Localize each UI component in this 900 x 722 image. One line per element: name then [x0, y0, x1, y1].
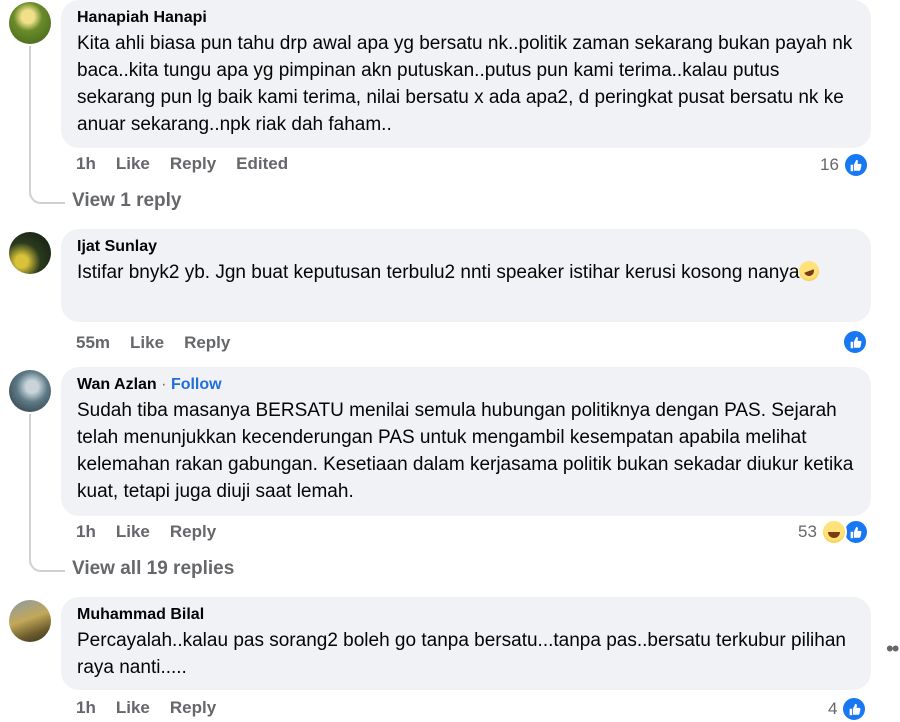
view-replies-link[interactable]: View all 19 replies	[72, 558, 234, 580]
reaction-summary[interactable]: 4	[828, 696, 868, 722]
comment-author[interactable]: Ijat Sunlay	[77, 237, 855, 257]
avatar[interactable]	[9, 370, 51, 412]
comment-actions: 55m Like Reply	[76, 333, 250, 353]
like-button[interactable]: Like	[116, 154, 150, 174]
edited-label[interactable]: Edited	[236, 154, 288, 174]
like-icon	[841, 696, 868, 722]
like-button[interactable]: Like	[116, 698, 150, 718]
comment-bubble: Wan Azlan · Follow Sudah tiba masanya BE…	[61, 367, 871, 516]
like-button[interactable]: Like	[116, 522, 150, 542]
haha-icon	[820, 519, 847, 545]
comment-author[interactable]: Wan Azlan	[77, 376, 157, 393]
thread-connector-curve	[29, 556, 65, 572]
reaction-summary[interactable]: 53	[798, 519, 869, 545]
comment-time[interactable]: 1h	[76, 522, 96, 542]
reaction-count: 53	[798, 522, 817, 541]
thread-connector-curve	[29, 188, 65, 204]
comment-text: Sudah tiba masanya BERSATU menilai semul…	[77, 400, 859, 502]
comment-bubble: Muhammad Bilal Percayalah..kalau pas sor…	[61, 597, 871, 690]
reply-button[interactable]: Reply	[184, 333, 230, 353]
avatar[interactable]	[9, 2, 51, 44]
thread-connector	[29, 414, 31, 558]
reaction-summary[interactable]	[842, 329, 868, 355]
follow-button[interactable]: Follow	[171, 376, 222, 393]
avatar[interactable]	[9, 600, 51, 642]
avatar[interactable]	[9, 232, 51, 274]
reaction-count: 16	[820, 155, 839, 174]
reply-button[interactable]: Reply	[170, 522, 216, 542]
comment-time[interactable]: 1h	[76, 698, 96, 718]
reaction-summary[interactable]: 16	[820, 152, 869, 178]
comment-actions: 1h Like Reply	[76, 522, 236, 542]
more-options-icon[interactable]: ••	[886, 636, 899, 662]
comment-text: Kita ahli biasa pun tahu drp awal apa yg…	[77, 33, 858, 135]
separator-dot: ·	[161, 376, 167, 393]
comment-text-content: Istifar bnyk2 yb. Jgn buat keputusan ter…	[77, 262, 800, 283]
comment-text: Istifar bnyk2 yb. Jgn buat keputusan ter…	[77, 258, 855, 286]
comment-bubble: Ijat Sunlay Istifar bnyk2 yb. Jgn buat k…	[61, 229, 871, 322]
reaction-count: 4	[828, 699, 838, 718]
like-button[interactable]: Like	[130, 333, 164, 353]
comment-time[interactable]: 1h	[76, 154, 96, 174]
comment-author[interactable]: Muhammad Bilal	[77, 605, 855, 625]
reply-button[interactable]: Reply	[170, 698, 216, 718]
reply-button[interactable]: Reply	[170, 154, 216, 174]
comment-time[interactable]: 55m	[76, 333, 110, 353]
comment-author-row: Wan Azlan · Follow	[77, 375, 855, 395]
view-replies-link[interactable]: View 1 reply	[72, 190, 182, 212]
thread-connector	[29, 46, 31, 189]
comment-text: Percayalah..kalau pas sorang2 boleh go t…	[77, 630, 852, 678]
comment-actions: 1h Like Reply	[76, 698, 236, 718]
comment-author[interactable]: Hanapiah Hanapi	[77, 8, 855, 28]
like-icon	[842, 152, 869, 178]
like-icon	[842, 329, 868, 355]
comment-bubble: Hanapiah Hanapi Kita ahli biasa pun tahu…	[61, 0, 871, 148]
comment-actions: 1h Like Reply Edited	[76, 154, 308, 174]
rolling-laughing-emoji	[796, 258, 823, 284]
